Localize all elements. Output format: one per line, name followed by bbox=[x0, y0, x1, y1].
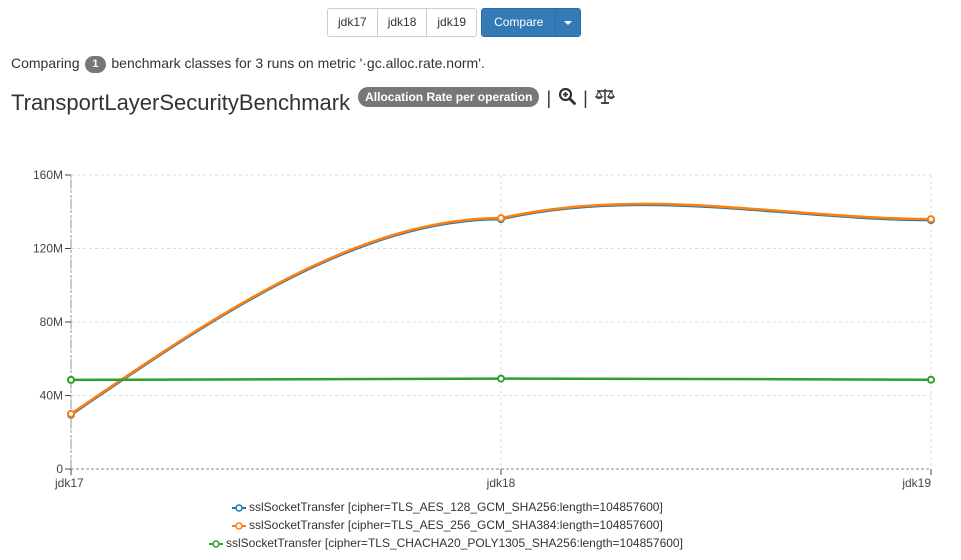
legend-swatch bbox=[209, 540, 223, 548]
legend-label: sslSocketTransfer [cipher=TLS_AES_256_GC… bbox=[249, 518, 663, 532]
run-button-jdk18[interactable]: jdk18 bbox=[377, 9, 428, 36]
x-tick-label: jdk17 bbox=[54, 476, 84, 490]
benchmark-title: TransportLayerSecurityBenchmark bbox=[11, 90, 351, 115]
summary-suffix: benchmark classes for 3 runs on metric '… bbox=[111, 55, 485, 71]
comparison-summary: Comparing 1 benchmark classes for 3 runs… bbox=[11, 55, 485, 73]
compare-dropdown-toggle[interactable] bbox=[555, 9, 581, 36]
data-point bbox=[927, 375, 935, 384]
y-tick-label: 120M bbox=[33, 242, 63, 256]
y-tick-label: 80M bbox=[40, 315, 63, 329]
run-button-jdk19[interactable]: jdk19 bbox=[427, 9, 477, 36]
summary-prefix: Comparing bbox=[11, 55, 80, 71]
benchmark-header: TransportLayerSecurityBenchmark Allocati… bbox=[11, 87, 616, 116]
run-button-jdk17[interactable]: jdk17 bbox=[328, 9, 378, 36]
y-tick-label: 160M bbox=[33, 168, 63, 182]
data-point bbox=[927, 215, 935, 224]
benchmark-count-badge: 1 bbox=[85, 56, 106, 73]
allocation-rate-line-chart: 0 40M 80M 120M 160M jdk17 jdk18 jdk19 bbox=[33, 168, 935, 490]
run-button-group: jdk17 jdk18 jdk19 bbox=[327, 8, 478, 37]
data-point bbox=[67, 409, 75, 418]
caret-down-icon bbox=[564, 20, 573, 25]
metric-badge: Allocation Rate per operation bbox=[358, 87, 540, 107]
y-tick-label: 0 bbox=[56, 462, 63, 476]
legend-swatch bbox=[232, 504, 246, 512]
y-tick-label: 40M bbox=[40, 389, 63, 403]
x-tick-label: jdk19 bbox=[901, 476, 931, 490]
legend-item-series-1[interactable]: sslSocketTransfer [cipher=TLS_AES_128_GC… bbox=[232, 498, 663, 516]
legend-swatch bbox=[232, 522, 246, 530]
separator: | bbox=[546, 87, 552, 108]
legend-label: sslSocketTransfer [cipher=TLS_AES_128_GC… bbox=[249, 500, 663, 514]
compare-button[interactable]: Compare bbox=[482, 9, 556, 36]
compare-button-group: Compare bbox=[481, 8, 582, 37]
balance-scale-icon[interactable] bbox=[594, 87, 616, 110]
legend-item-series-3[interactable]: sslSocketTransfer [cipher=TLS_CHACHA20_P… bbox=[209, 534, 683, 552]
separator: | bbox=[583, 87, 588, 108]
data-point bbox=[497, 374, 505, 383]
legend-item-series-2[interactable]: sslSocketTransfer [cipher=TLS_AES_256_GC… bbox=[232, 516, 663, 534]
data-point bbox=[67, 375, 75, 384]
x-tick-label: jdk18 bbox=[486, 476, 516, 490]
zoom-in-icon[interactable] bbox=[558, 87, 577, 110]
data-point bbox=[497, 214, 505, 223]
legend-label: sslSocketTransfer [cipher=TLS_CHACHA20_P… bbox=[226, 536, 683, 550]
run-selector-toolbar: jdk17 jdk18 jdk19 Compare bbox=[327, 8, 582, 37]
